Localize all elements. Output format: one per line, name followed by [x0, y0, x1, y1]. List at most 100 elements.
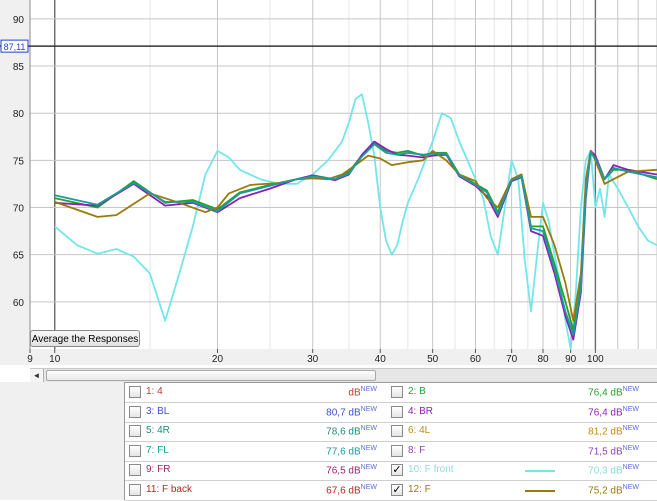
- legend-item[interactable]: ✓ 10: F front 70,3 dBNEW: [387, 461, 645, 480]
- x-tick-label: 80: [537, 354, 549, 365]
- new-badge: NEW: [360, 386, 377, 393]
- measurement-name: 12: F: [408, 483, 431, 495]
- y-tick-label: 90: [13, 15, 25, 26]
- level-value: 76,4 dB: [588, 387, 623, 399]
- measurement-level: 71,5 dBNEW: [588, 445, 639, 457]
- measurement-checkbox[interactable]: [391, 425, 403, 437]
- measurement-checkbox[interactable]: [391, 386, 403, 398]
- x-tick-label: 30: [307, 354, 319, 365]
- level-value: 81,2 dB: [588, 426, 623, 438]
- measurement-name: 10: F front: [408, 464, 454, 475]
- measurement-level: 78,6 dBNEW: [326, 425, 377, 437]
- measurement-checkbox[interactable]: [129, 464, 141, 476]
- measurement-legend: 1: 4 dBNEW 2: B 76,4 dBNEW 3: BL 80,7 dBNEW 4:…: [124, 382, 657, 501]
- new-badge: NEW: [360, 425, 377, 432]
- measurement-name: 1: 4: [146, 386, 163, 397]
- legend-item[interactable]: 11: F back 67,6 dBNEW: [125, 481, 383, 500]
- y-tick-label: 80: [13, 109, 25, 120]
- new-badge: NEW: [360, 483, 377, 491]
- measurement-checkbox[interactable]: [391, 444, 403, 457]
- x-tick-label: 40: [375, 354, 387, 365]
- legend-item[interactable]: 7: FL 77,6 dBNEW: [125, 442, 383, 461]
- legend-row: 11: F back 67,6 dBNEW ✓ 12: F 75,2 dBNEW: [125, 481, 657, 501]
- legend-row: 9: FR 76,5 dBNEW ✓ 10: F front 70,3 dBNEW: [125, 461, 657, 481]
- measurement-level: 76,4 dBNEW: [588, 406, 639, 418]
- measurement-level: 77,6 dBNEW: [326, 445, 377, 457]
- measurement-level: 80,7 dBNEW: [326, 406, 377, 418]
- x-axis-strip: [0, 349, 657, 365]
- series-color-swatch: [525, 470, 555, 472]
- new-badge: NEW: [622, 464, 639, 471]
- y-tick-label: 65: [13, 251, 25, 262]
- legend-item[interactable]: 3: BL 80,7 dBNEW: [125, 403, 383, 422]
- measurement-level: 76,5 dBNEW: [326, 464, 377, 476]
- measurement-level: 70,3 dBNEW: [588, 464, 639, 476]
- new-badge: NEW: [360, 464, 377, 471]
- measurement-checkbox[interactable]: [129, 405, 141, 418]
- x-tick-label: 100: [587, 354, 604, 365]
- x-tick-label: 20: [212, 354, 224, 365]
- legend-item[interactable]: 9: FR 76,5 dBNEW: [125, 461, 383, 480]
- legend-item[interactable]: 4: BR 76,4 dBNEW: [387, 403, 645, 422]
- x-tick-label: 90: [565, 354, 577, 365]
- frequency-response-chart[interactable]: 60 65 70 75 80 85 90 9 10 20 30 40 50 60 70 80 90 100 87…: [0, 0, 657, 368]
- legend-item[interactable]: 8: F 71,5 dBNEW: [387, 442, 645, 461]
- new-badge: NEW: [360, 444, 377, 452]
- measurement-name: 11: F back: [146, 483, 192, 495]
- level-value: 67,6 dB: [326, 484, 361, 496]
- legend-item[interactable]: 6: 4L 81,2 dBNEW: [387, 422, 645, 441]
- x-tick-label: 9: [27, 354, 33, 365]
- measurement-checkbox[interactable]: ✓: [391, 483, 403, 496]
- new-badge: NEW: [622, 483, 639, 491]
- level-value: 75,2 dB: [588, 484, 623, 496]
- measurement-name: 9: FR: [146, 464, 171, 475]
- series-color-swatch: [525, 489, 555, 492]
- legend-item[interactable]: 5: 4R 78,6 dBNEW: [125, 422, 383, 441]
- legend-row: 1: 4 dBNEW 2: B 76,4 dBNEW: [125, 383, 657, 403]
- new-badge: NEW: [622, 386, 639, 393]
- x-tick-label: 70: [506, 354, 518, 365]
- x-axis-ticks: 9 10 20 30 40 50 60 70 80 90 100: [0, 349, 657, 365]
- level-value: 71,5 dB: [588, 445, 623, 457]
- legend-item[interactable]: 1: 4 dBNEW: [125, 383, 383, 402]
- x-tick-label: 50: [427, 354, 439, 365]
- measurement-name: 8: F: [408, 444, 426, 456]
- legend-item[interactable]: 2: B 76,4 dBNEW: [387, 383, 645, 402]
- measurement-level: 75,2 dBNEW: [588, 484, 639, 496]
- new-badge: NEW: [622, 405, 639, 413]
- legend-row: 7: FL 77,6 dBNEW 8: F 71,5 dBNEW: [125, 442, 657, 462]
- legend-item[interactable]: ✓ 12: F 75,2 dBNEW: [387, 481, 645, 500]
- level-value: 76,5 dB: [326, 465, 361, 477]
- measurement-checkbox[interactable]: ✓: [391, 464, 403, 476]
- cursor-readout-label: 87,11: [4, 42, 26, 52]
- y-tick-label: 60: [13, 298, 25, 309]
- scroll-thumb[interactable]: [46, 370, 376, 381]
- measurement-checkbox[interactable]: [129, 386, 141, 398]
- measurement-checkbox[interactable]: [129, 425, 141, 437]
- measurement-name: 5: 4R: [146, 425, 170, 436]
- level-value: 70,3 dB: [588, 465, 623, 477]
- measurement-level: 76,4 dBNEW: [588, 386, 639, 398]
- measurement-level: 67,6 dBNEW: [326, 484, 377, 496]
- measurement-level: dBNEW: [348, 386, 377, 398]
- measurement-name: 7: FL: [146, 444, 169, 456]
- y-tick-label: 70: [13, 204, 25, 215]
- measurement-checkbox[interactable]: [391, 405, 403, 418]
- legend-left-margin: [0, 382, 124, 500]
- new-badge: NEW: [622, 425, 639, 432]
- measurement-name: 2: B: [408, 386, 426, 397]
- measurement-checkbox[interactable]: [129, 444, 141, 457]
- scroll-left-arrow-icon[interactable]: ◄: [30, 369, 44, 383]
- measurement-name: 4: BR: [408, 405, 434, 417]
- level-value: 80,7 dB: [326, 406, 361, 418]
- horizontal-scrollbar[interactable]: ◄: [30, 368, 657, 383]
- legend-row: 3: BL 80,7 dBNEW 4: BR 76,4 dBNEW: [125, 403, 657, 423]
- measurement-name: 6: 4L: [408, 425, 431, 436]
- average-responses-button[interactable]: Average the Responses: [30, 330, 140, 347]
- x-tick-label: 10: [49, 354, 61, 365]
- measurement-name: 3: BL: [146, 405, 170, 417]
- measurement-level: 81,2 dBNEW: [588, 425, 639, 437]
- x-tick-label: 60: [470, 354, 482, 365]
- y-tick-label: 85: [13, 62, 25, 73]
- measurement-checkbox[interactable]: [129, 483, 141, 496]
